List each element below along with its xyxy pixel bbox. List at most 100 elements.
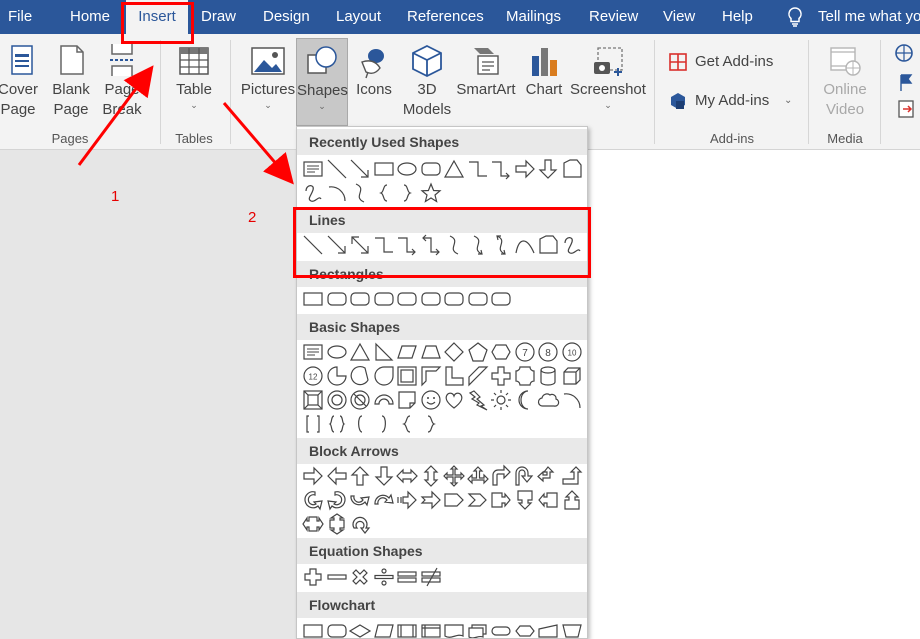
3d-models-button[interactable]: 3D Models <box>400 42 454 120</box>
shape-a-leftup-icon[interactable] <box>536 464 560 488</box>
shape-f-decision-icon[interactable] <box>348 619 372 638</box>
shape-rect-icon[interactable] <box>372 157 396 181</box>
cross-reference-icon[interactable] <box>895 98 917 120</box>
shape-eq-plus-icon[interactable] <box>301 565 325 589</box>
shape-a-callup-icon[interactable] <box>560 488 584 512</box>
tab-references[interactable]: References <box>407 0 484 34</box>
shape-f-terminator-icon[interactable] <box>489 619 513 638</box>
shape-octagon-icon[interactable]: 8 <box>536 340 560 364</box>
my-addins-button[interactable]: My Add-ins ⌄ <box>668 91 798 111</box>
shape-lbrace-icon[interactable] <box>372 181 396 205</box>
shape-rbrace-icon[interactable] <box>419 412 443 436</box>
shape-parallelogram-icon[interactable] <box>395 340 419 364</box>
shape-teardrop-icon[interactable] <box>372 364 396 388</box>
shape-lbrace-icon[interactable] <box>395 412 419 436</box>
shape-curve-icon[interactable] <box>348 181 372 205</box>
shape-ellipse-icon[interactable] <box>325 340 349 364</box>
shape-rrect-icon[interactable] <box>442 287 466 311</box>
shape-a-pentagon-icon[interactable] <box>442 488 466 512</box>
cover-page-button[interactable]: Cover Page <box>0 42 44 120</box>
shape-textbox-icon[interactable] <box>301 340 325 364</box>
shape-a-callud-icon[interactable] <box>325 512 349 536</box>
shape-a-ud-icon[interactable] <box>419 464 443 488</box>
shape-foldedcorner-icon[interactable] <box>395 388 419 412</box>
shape-a-bentup-icon[interactable] <box>560 464 584 488</box>
shape-f-alt-icon[interactable] <box>325 619 349 638</box>
shape-a-curvedl-icon[interactable] <box>325 488 349 512</box>
shape-elbowarrow-icon[interactable] <box>489 157 513 181</box>
shape-rect-icon[interactable] <box>301 287 325 311</box>
shape-line-icon[interactable] <box>325 157 349 181</box>
shape-pie-icon[interactable] <box>325 364 349 388</box>
shape-lbracket-icon[interactable] <box>348 412 372 436</box>
shape-blockarc-icon[interactable] <box>372 388 396 412</box>
shape-rtriangle-icon[interactable] <box>372 340 396 364</box>
shape-rrect-icon[interactable] <box>489 287 513 311</box>
smartart-button[interactable]: SmartArt <box>455 42 517 100</box>
shape-a-right-icon[interactable] <box>513 157 537 181</box>
shape-eq-minus-icon[interactable] <box>325 565 349 589</box>
table-button[interactable]: Table ⌄ <box>168 42 220 110</box>
shape-hexagon-icon[interactable] <box>489 340 513 364</box>
shape-rrect-icon[interactable] <box>395 287 419 311</box>
page-break-button[interactable]: Page Break <box>98 42 146 120</box>
shape-a-down-icon[interactable] <box>372 464 396 488</box>
shape-f-document-icon[interactable] <box>442 619 466 638</box>
shape-a-callright-icon[interactable] <box>489 488 513 512</box>
pictures-button[interactable]: Pictures ⌄ <box>240 42 296 110</box>
shape-bevel-icon[interactable] <box>301 388 325 412</box>
shape-diagstripe-icon[interactable] <box>466 364 490 388</box>
shape-f-predef-icon[interactable] <box>395 619 419 638</box>
shape-freeform-icon[interactable] <box>560 157 584 181</box>
shape-cloud-icon[interactable] <box>536 388 560 412</box>
shape-eq-notequal-icon[interactable] <box>419 565 443 589</box>
shape-heart-icon[interactable] <box>442 388 466 412</box>
shape-elbow-icon[interactable] <box>466 157 490 181</box>
shape-dodecagon-icon[interactable]: 12 <box>301 364 325 388</box>
shape-lshape-icon[interactable] <box>442 364 466 388</box>
shape-sun-icon[interactable] <box>489 388 513 412</box>
document-page[interactable] <box>578 150 920 639</box>
shape-lightning-icon[interactable] <box>466 388 490 412</box>
shape-eq-div-icon[interactable] <box>372 565 396 589</box>
shape-a-curvedu-icon[interactable] <box>348 488 372 512</box>
shape-a-right-icon[interactable] <box>301 464 325 488</box>
shape-plaque-icon[interactable] <box>513 364 537 388</box>
tab-file[interactable]: File <box>8 0 32 34</box>
shape-pentagon-icon[interactable] <box>466 340 490 364</box>
shape-rrect-icon[interactable] <box>348 287 372 311</box>
shape-rrect-icon[interactable] <box>372 287 396 311</box>
shape-dbrace-icon[interactable] <box>325 412 349 436</box>
shape-f-prep-icon[interactable] <box>513 619 537 638</box>
screenshot-button[interactable]: Screenshot ⌄ <box>570 42 646 110</box>
shape-cube-icon[interactable] <box>560 364 584 388</box>
tab-mailings[interactable]: Mailings <box>506 0 561 34</box>
shape-a-callrl-icon[interactable] <box>301 512 325 536</box>
tab-help[interactable]: Help <box>722 0 753 34</box>
shape-smiley-icon[interactable] <box>419 388 443 412</box>
shape-rbrace-icon[interactable] <box>395 181 419 205</box>
shape-a-striped-icon[interactable] <box>395 488 419 512</box>
shape-scribble-icon[interactable] <box>301 181 325 205</box>
shape-a-circular-icon[interactable] <box>348 512 372 536</box>
shape-a-calldown-icon[interactable] <box>513 488 537 512</box>
shape-eq-mult-icon[interactable] <box>348 565 372 589</box>
shape-arcshape-icon[interactable] <box>325 181 349 205</box>
link-icon[interactable] <box>893 42 915 64</box>
shape-triangle-icon[interactable] <box>348 340 372 364</box>
chart-button[interactable]: Chart <box>522 42 566 100</box>
tab-design[interactable]: Design <box>263 0 310 34</box>
shape-f-multidoc-icon[interactable] <box>466 619 490 638</box>
shape-moon-icon[interactable] <box>513 388 537 412</box>
tab-home[interactable]: Home <box>70 0 110 34</box>
shape-f-manualop-icon[interactable] <box>560 619 584 638</box>
shape-a-uturn-icon[interactable] <box>513 464 537 488</box>
tab-draw[interactable]: Draw <box>201 0 236 34</box>
tab-layout[interactable]: Layout <box>336 0 381 34</box>
icons-button[interactable]: Icons <box>352 42 396 100</box>
shape-a-left-icon[interactable] <box>325 464 349 488</box>
shape-triangle-icon[interactable] <box>442 157 466 181</box>
shape-can-icon[interactable] <box>536 364 560 388</box>
shape-a-down-icon[interactable] <box>536 157 560 181</box>
shape-ellipse-icon[interactable] <box>395 157 419 181</box>
